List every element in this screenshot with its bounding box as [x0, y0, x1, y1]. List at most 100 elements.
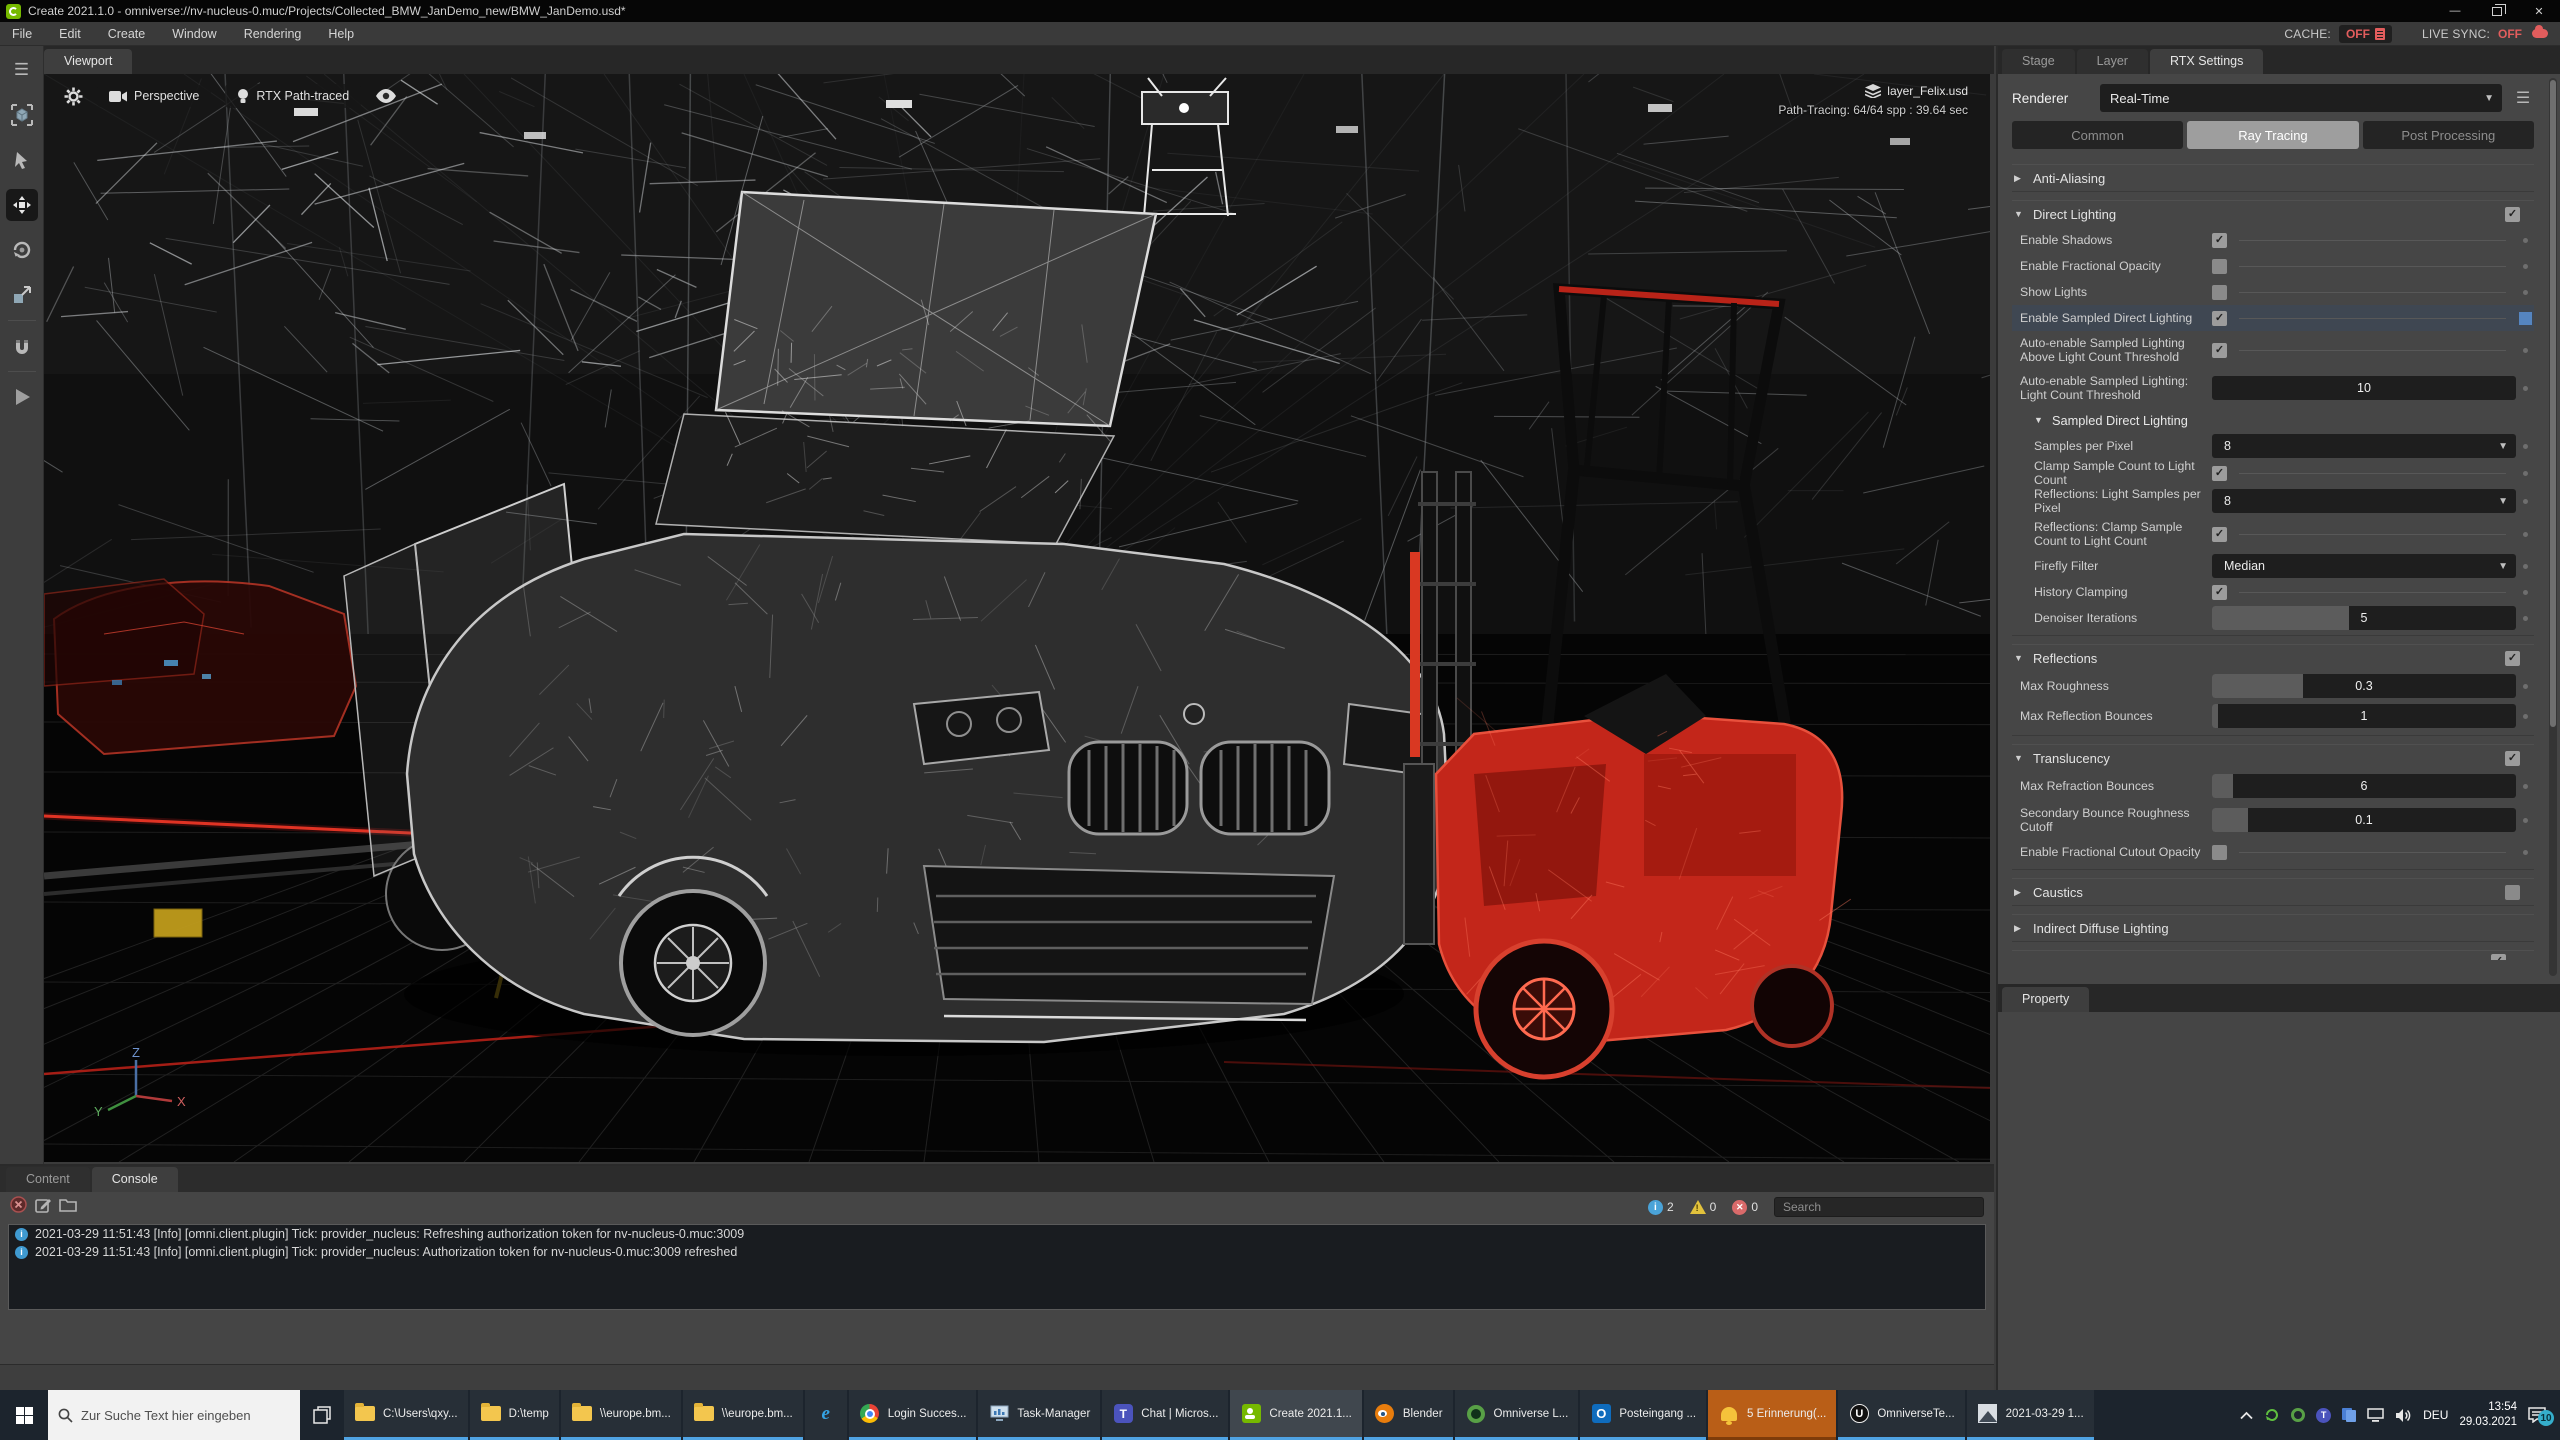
tab-content[interactable]: Content	[6, 1167, 90, 1192]
taskbar-item-reminder[interactable]: 5 Erinnerung(...	[1708, 1390, 1836, 1440]
taskbar-item-create[interactable]: Create 2021.1...	[1230, 1390, 1361, 1440]
eye-icon[interactable]	[375, 89, 397, 103]
viewport-render[interactable]	[44, 74, 1990, 1162]
section-header[interactable]: ▶ Indirect Diffuse Lighting	[2012, 915, 2534, 941]
taskbar-item-chrome[interactable]: Login Succes...	[849, 1390, 977, 1440]
section-enable-checkbox[interactable]: ✓	[2505, 885, 2520, 900]
menu-file[interactable]: File	[12, 27, 32, 41]
edit-log-icon[interactable]	[35, 1197, 51, 1218]
reset-dot[interactable]	[2523, 784, 2528, 789]
checkbox[interactable]: ✓	[2212, 845, 2227, 860]
reset-dot[interactable]	[2523, 850, 2528, 855]
reset-dot[interactable]	[2523, 818, 2528, 823]
tray-teams-icon[interactable]: T	[2316, 1408, 2331, 1423]
reset-dot[interactable]	[2523, 444, 2528, 449]
minimize-button[interactable]: —	[2434, 0, 2476, 22]
menu-create[interactable]: Create	[108, 27, 146, 41]
checkbox[interactable]: ✓	[2212, 285, 2227, 300]
checkbox[interactable]: ✓	[2212, 343, 2227, 358]
rotate-tool-icon[interactable]	[6, 234, 38, 266]
settings-scrollbar[interactable]	[2549, 78, 2557, 976]
console-search-input[interactable]	[1774, 1197, 1984, 1217]
checkbox[interactable]: ✓	[2212, 311, 2227, 326]
gear-icon[interactable]	[64, 87, 83, 106]
section-header[interactable]: ▼ Translucency ✓	[2012, 745, 2534, 771]
menu-window[interactable]: Window	[172, 27, 216, 41]
taskbar-clock[interactable]: 13:5429.03.2021	[2459, 1400, 2517, 1430]
menu-rendering[interactable]: Rendering	[244, 27, 302, 41]
taskbar-search[interactable]	[48, 1390, 300, 1440]
reset-dot[interactable]	[2523, 714, 2528, 719]
section-header[interactable]: ▶ Anti-Aliasing	[2012, 165, 2534, 191]
denoiser-iterations-slider[interactable]: 5	[2212, 606, 2516, 630]
taskbar-item-task-manager[interactable]: Task-Manager	[978, 1390, 1100, 1440]
reset-dot[interactable]	[2523, 471, 2528, 476]
mode-common-button[interactable]: Common	[2012, 121, 2183, 149]
section-header[interactable]: ▶ Caustics ✓	[2012, 879, 2534, 905]
render-mode-button[interactable]: RTX Path-traced	[225, 84, 361, 108]
menu-help[interactable]: Help	[328, 27, 354, 41]
tray-omniverse-icon[interactable]	[2291, 1408, 2305, 1422]
snap-tool-icon[interactable]	[6, 330, 38, 362]
log-line[interactable]: i2021-03-29 11:51:43 [Info] [omni.client…	[9, 1243, 1985, 1261]
reset-dot[interactable]	[2523, 499, 2528, 504]
tray-network-icon[interactable]	[2367, 1408, 2384, 1423]
checkbox[interactable]: ✓	[2212, 527, 2227, 542]
reset-dot[interactable]	[2523, 532, 2528, 537]
reset-dot[interactable]	[2523, 564, 2528, 569]
mode-post-processing-button[interactable]: Post Processing	[2363, 121, 2534, 149]
reset-dot[interactable]	[2523, 264, 2528, 269]
taskbar-item-folder-europe2[interactable]: \\europe.bm...	[683, 1390, 803, 1440]
cursor-tool-icon[interactable]	[6, 144, 38, 176]
reset-dot[interactable]	[2523, 616, 2528, 621]
warning-count[interactable]: !0	[1690, 1200, 1717, 1214]
reset-dot[interactable]	[2523, 684, 2528, 689]
renderer-options-icon[interactable]: ☰	[2512, 88, 2534, 108]
mode-ray-tracing-button[interactable]: Ray Tracing	[2187, 121, 2358, 149]
max-roughness-slider[interactable]: 0.3	[2212, 674, 2516, 698]
taskbar-item-teams[interactable]: TChat | Micros...	[1102, 1390, 1228, 1440]
taskbar-item-omniverse-launcher[interactable]: Omniverse L...	[1455, 1390, 1579, 1440]
light-count-threshold-field[interactable]: 10	[2212, 376, 2516, 400]
live-sync-value[interactable]: OFF	[2498, 27, 2522, 41]
select-mode-icon[interactable]	[6, 99, 38, 131]
tray-chevron-up-icon[interactable]	[2240, 1411, 2253, 1420]
console-log-area[interactable]: i2021-03-29 11:51:43 [Info] [omni.client…	[8, 1224, 1986, 1310]
scale-tool-icon[interactable]	[6, 279, 38, 311]
scrollbar-thumb[interactable]	[2550, 80, 2556, 727]
max-reflection-bounces-slider[interactable]: 1	[2212, 704, 2516, 728]
checkbox[interactable]: ✓	[2212, 466, 2227, 481]
reset-dot[interactable]	[2523, 238, 2528, 243]
keyboard-language[interactable]: DEU	[2423, 1408, 2448, 1422]
taskbar-item-outlook[interactable]: OPosteingang ...	[1580, 1390, 1706, 1440]
taskbar-item-omniverse-te[interactable]: UOmniverseTe...	[1838, 1390, 1964, 1440]
cache-toggle[interactable]: OFF	[2339, 25, 2392, 43]
tray-onedrive-icon[interactable]	[2342, 1408, 2356, 1422]
menu-burger-icon[interactable]: ☰	[6, 54, 38, 86]
reset-dot[interactable]	[2523, 386, 2528, 391]
error-count[interactable]: ✕0	[1732, 1200, 1758, 1215]
checkbox[interactable]: ✓	[2212, 233, 2227, 248]
tab-console[interactable]: Console	[92, 1167, 178, 1192]
max-refraction-bounces-slider[interactable]: 6	[2212, 774, 2516, 798]
taskbar-item-folder-dtemp[interactable]: D:\temp	[470, 1390, 559, 1440]
section-header[interactable]: ▼ Direct Lighting ✓	[2012, 201, 2534, 227]
log-line[interactable]: i2021-03-29 11:51:43 [Info] [omni.client…	[9, 1225, 1985, 1243]
action-center-icon[interactable]: 10	[2528, 1407, 2552, 1423]
taskbar-search-input[interactable]	[81, 1408, 290, 1423]
taskbar-item-internet-explorer[interactable]: e	[805, 1390, 847, 1440]
section-enable-checkbox[interactable]: ✓	[2491, 954, 2506, 960]
task-view-button[interactable]	[300, 1390, 344, 1440]
firefly-filter-dropdown[interactable]: Median▼	[2212, 554, 2516, 578]
taskbar-item-blender[interactable]: Blender	[1364, 1390, 1453, 1440]
viewport-canvas[interactable]: Perspective RTX Path-traced layer_Felix.…	[44, 74, 1990, 1162]
subsection-sampled-direct-lighting[interactable]: ▼ Sampled Direct Lighting	[2012, 407, 2534, 433]
section-enable-checkbox[interactable]: ✓	[2505, 207, 2520, 222]
reset-dot[interactable]	[2523, 290, 2528, 295]
tab-rtx-settings[interactable]: RTX Settings	[2150, 49, 2263, 74]
taskbar-item-folder-europe1[interactable]: \\europe.bm...	[561, 1390, 681, 1440]
info-count[interactable]: i2	[1648, 1200, 1674, 1215]
play-button-icon[interactable]	[6, 381, 38, 413]
tray-sync-icon[interactable]	[2264, 1407, 2280, 1423]
start-button[interactable]	[0, 1390, 48, 1440]
